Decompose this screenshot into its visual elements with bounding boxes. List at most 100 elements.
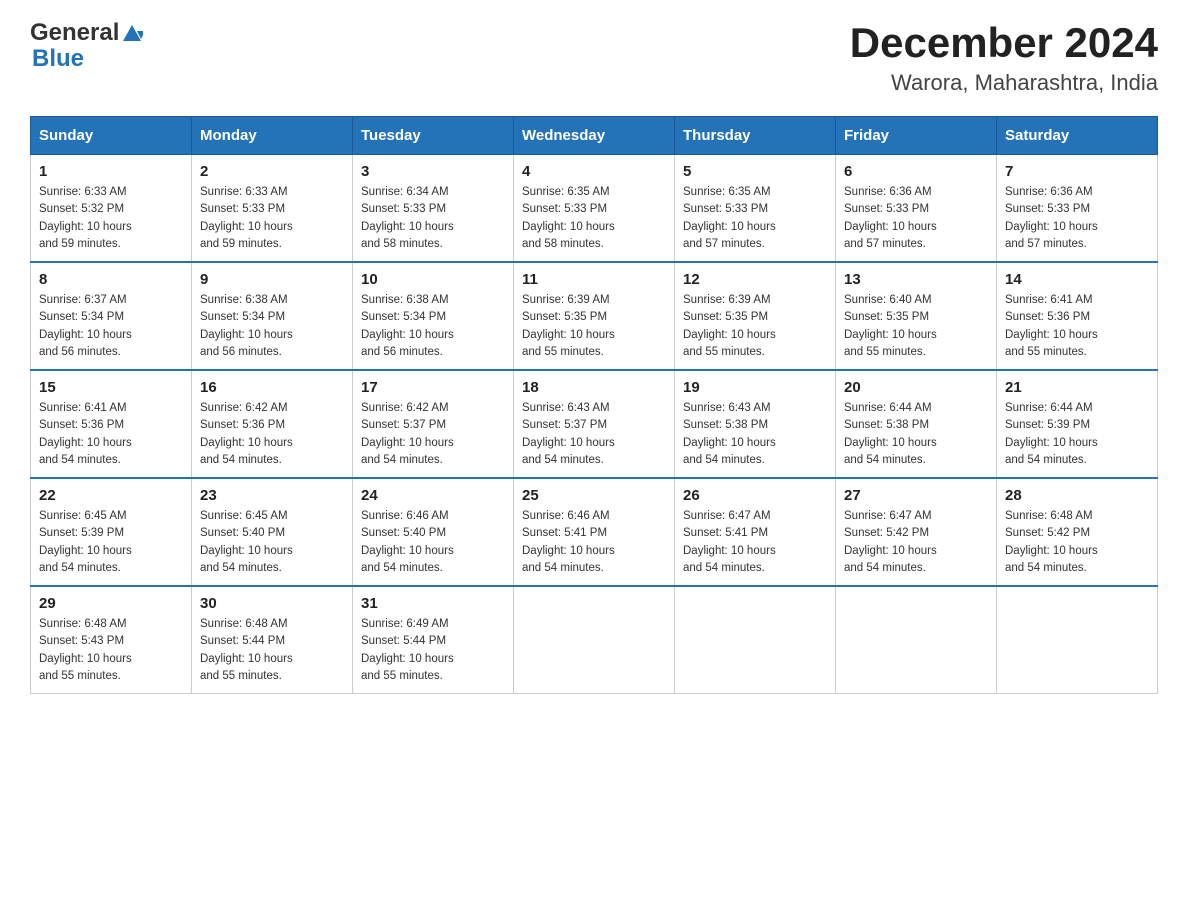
calendar-cell: 24 Sunrise: 6:46 AM Sunset: 5:40 PM Dayl… [353,478,514,586]
day-info: Sunrise: 6:48 AM Sunset: 5:42 PM Dayligh… [1005,508,1149,577]
calendar-cell: 15 Sunrise: 6:41 AM Sunset: 5:36 PM Dayl… [31,370,192,478]
calendar-col-tuesday: Tuesday [353,117,514,155]
day-number: 21 [1005,379,1149,396]
logo-triangle-icon [121,23,143,45]
location-title: Warora, Maharashtra, India [850,70,1158,96]
calendar-cell: 19 Sunrise: 6:43 AM Sunset: 5:38 PM Dayl… [675,370,836,478]
day-info: Sunrise: 6:45 AM Sunset: 5:40 PM Dayligh… [200,508,344,577]
logo-blue-text: Blue [32,45,84,72]
calendar-cell: 8 Sunrise: 6:37 AM Sunset: 5:34 PM Dayli… [31,262,192,370]
day-info: Sunrise: 6:49 AM Sunset: 5:44 PM Dayligh… [361,616,505,685]
day-info: Sunrise: 6:43 AM Sunset: 5:38 PM Dayligh… [683,400,827,469]
calendar-cell [836,586,997,694]
day-number: 30 [200,595,344,612]
calendar-cell [997,586,1158,694]
calendar-week-row: 22 Sunrise: 6:45 AM Sunset: 5:39 PM Dayl… [31,478,1158,586]
month-title: December 2024 [850,20,1158,66]
day-number: 31 [361,595,505,612]
calendar-cell: 9 Sunrise: 6:38 AM Sunset: 5:34 PM Dayli… [192,262,353,370]
day-number: 25 [522,487,666,504]
calendar-cell: 6 Sunrise: 6:36 AM Sunset: 5:33 PM Dayli… [836,155,997,263]
day-info: Sunrise: 6:46 AM Sunset: 5:41 PM Dayligh… [522,508,666,577]
day-number: 22 [39,487,183,504]
day-number: 14 [1005,271,1149,288]
day-number: 24 [361,487,505,504]
calendar-cell: 5 Sunrise: 6:35 AM Sunset: 5:33 PM Dayli… [675,155,836,263]
calendar-col-wednesday: Wednesday [514,117,675,155]
day-number: 10 [361,271,505,288]
day-number: 17 [361,379,505,396]
day-info: Sunrise: 6:47 AM Sunset: 5:42 PM Dayligh… [844,508,988,577]
page-header: General Blue December 2024 Warora, Mahar… [30,20,1158,96]
calendar-cell: 11 Sunrise: 6:39 AM Sunset: 5:35 PM Dayl… [514,262,675,370]
day-number: 26 [683,487,827,504]
day-number: 8 [39,271,183,288]
calendar-cell: 16 Sunrise: 6:42 AM Sunset: 5:36 PM Dayl… [192,370,353,478]
day-number: 15 [39,379,183,396]
calendar-cell: 4 Sunrise: 6:35 AM Sunset: 5:33 PM Dayli… [514,155,675,263]
day-info: Sunrise: 6:36 AM Sunset: 5:33 PM Dayligh… [1005,184,1149,253]
calendar-cell: 3 Sunrise: 6:34 AM Sunset: 5:33 PM Dayli… [353,155,514,263]
day-info: Sunrise: 6:40 AM Sunset: 5:35 PM Dayligh… [844,292,988,361]
calendar-cell: 12 Sunrise: 6:39 AM Sunset: 5:35 PM Dayl… [675,262,836,370]
calendar-week-row: 1 Sunrise: 6:33 AM Sunset: 5:32 PM Dayli… [31,155,1158,263]
day-info: Sunrise: 6:48 AM Sunset: 5:44 PM Dayligh… [200,616,344,685]
day-info: Sunrise: 6:39 AM Sunset: 5:35 PM Dayligh… [522,292,666,361]
day-number: 28 [1005,487,1149,504]
calendar-cell: 26 Sunrise: 6:47 AM Sunset: 5:41 PM Dayl… [675,478,836,586]
day-number: 19 [683,379,827,396]
day-number: 9 [200,271,344,288]
calendar-cell: 31 Sunrise: 6:49 AM Sunset: 5:44 PM Dayl… [353,586,514,694]
day-info: Sunrise: 6:44 AM Sunset: 5:38 PM Dayligh… [844,400,988,469]
calendar-week-row: 29 Sunrise: 6:48 AM Sunset: 5:43 PM Dayl… [31,586,1158,694]
calendar-col-friday: Friday [836,117,997,155]
calendar-cell: 30 Sunrise: 6:48 AM Sunset: 5:44 PM Dayl… [192,586,353,694]
calendar-table: SundayMondayTuesdayWednesdayThursdayFrid… [30,116,1158,694]
calendar-week-row: 8 Sunrise: 6:37 AM Sunset: 5:34 PM Dayli… [31,262,1158,370]
calendar-cell: 7 Sunrise: 6:36 AM Sunset: 5:33 PM Dayli… [997,155,1158,263]
day-number: 13 [844,271,988,288]
day-info: Sunrise: 6:36 AM Sunset: 5:33 PM Dayligh… [844,184,988,253]
calendar-cell: 23 Sunrise: 6:45 AM Sunset: 5:40 PM Dayl… [192,478,353,586]
calendar-cell: 14 Sunrise: 6:41 AM Sunset: 5:36 PM Dayl… [997,262,1158,370]
calendar-cell: 2 Sunrise: 6:33 AM Sunset: 5:33 PM Dayli… [192,155,353,263]
day-number: 4 [522,163,666,180]
day-info: Sunrise: 6:47 AM Sunset: 5:41 PM Dayligh… [683,508,827,577]
day-number: 2 [200,163,344,180]
calendar-cell: 1 Sunrise: 6:33 AM Sunset: 5:32 PM Dayli… [31,155,192,263]
day-number: 18 [522,379,666,396]
calendar-header-row: SundayMondayTuesdayWednesdayThursdayFrid… [31,117,1158,155]
day-number: 3 [361,163,505,180]
calendar-cell: 10 Sunrise: 6:38 AM Sunset: 5:34 PM Dayl… [353,262,514,370]
day-number: 29 [39,595,183,612]
calendar-cell: 28 Sunrise: 6:48 AM Sunset: 5:42 PM Dayl… [997,478,1158,586]
calendar-cell [675,586,836,694]
day-info: Sunrise: 6:38 AM Sunset: 5:34 PM Dayligh… [361,292,505,361]
day-info: Sunrise: 6:39 AM Sunset: 5:35 PM Dayligh… [683,292,827,361]
day-number: 16 [200,379,344,396]
day-number: 27 [844,487,988,504]
day-info: Sunrise: 6:34 AM Sunset: 5:33 PM Dayligh… [361,184,505,253]
calendar-cell: 17 Sunrise: 6:42 AM Sunset: 5:37 PM Dayl… [353,370,514,478]
calendar-cell: 18 Sunrise: 6:43 AM Sunset: 5:37 PM Dayl… [514,370,675,478]
day-info: Sunrise: 6:35 AM Sunset: 5:33 PM Dayligh… [683,184,827,253]
calendar-col-thursday: Thursday [675,117,836,155]
calendar-cell: 20 Sunrise: 6:44 AM Sunset: 5:38 PM Dayl… [836,370,997,478]
day-info: Sunrise: 6:48 AM Sunset: 5:43 PM Dayligh… [39,616,183,685]
day-number: 7 [1005,163,1149,180]
day-info: Sunrise: 6:33 AM Sunset: 5:33 PM Dayligh… [200,184,344,253]
calendar-cell: 25 Sunrise: 6:46 AM Sunset: 5:41 PM Dayl… [514,478,675,586]
day-info: Sunrise: 6:42 AM Sunset: 5:37 PM Dayligh… [361,400,505,469]
logo: General Blue [30,20,143,73]
day-info: Sunrise: 6:38 AM Sunset: 5:34 PM Dayligh… [200,292,344,361]
day-info: Sunrise: 6:41 AM Sunset: 5:36 PM Dayligh… [39,400,183,469]
day-info: Sunrise: 6:35 AM Sunset: 5:33 PM Dayligh… [522,184,666,253]
calendar-cell: 29 Sunrise: 6:48 AM Sunset: 5:43 PM Dayl… [31,586,192,694]
day-info: Sunrise: 6:44 AM Sunset: 5:39 PM Dayligh… [1005,400,1149,469]
day-number: 11 [522,271,666,288]
day-number: 23 [200,487,344,504]
day-info: Sunrise: 6:33 AM Sunset: 5:32 PM Dayligh… [39,184,183,253]
calendar-col-sunday: Sunday [31,117,192,155]
day-number: 12 [683,271,827,288]
day-info: Sunrise: 6:46 AM Sunset: 5:40 PM Dayligh… [361,508,505,577]
